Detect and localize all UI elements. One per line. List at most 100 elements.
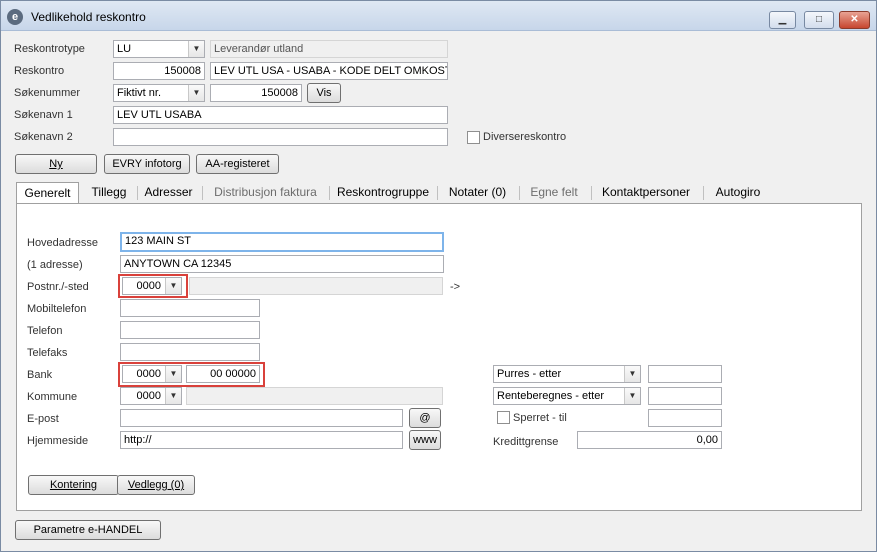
highlight-box-postnr — [118, 274, 188, 298]
renteberegnes-select[interactable]: Renteberegnes - etter ▼ — [493, 387, 641, 405]
chevron-down-icon[interactable]: ▼ — [188, 41, 204, 57]
ny-button-label: Ny — [49, 158, 63, 170]
main-window: e Vedlikehold reskontro ▁ □ ✕ Reskontrot… — [0, 0, 877, 552]
sokenummer-field[interactable]: 150008 — [210, 84, 302, 102]
aa-button-label: AA-registeret — [205, 158, 270, 170]
tab-label: Tillegg — [91, 185, 127, 199]
tab-divider — [202, 186, 203, 200]
tab-divider — [437, 186, 438, 200]
postnr-label: Postnr./-sted — [27, 281, 89, 293]
chevron-down-icon[interactable]: ▼ — [624, 366, 640, 382]
sperret-til-field[interactable] — [648, 409, 722, 427]
kontering-button[interactable]: Kontering — [28, 475, 119, 495]
tab-autogiro[interactable]: Autogiro — [708, 182, 768, 204]
minimize-button[interactable]: ▁ — [769, 11, 796, 29]
www-button-label: www — [413, 434, 437, 446]
reskontro-number-field[interactable]: 150008 — [113, 62, 205, 80]
close-icon: ✕ — [850, 14, 859, 25]
title-bar: e Vedlikehold reskontro ▁ □ ✕ — [1, 1, 876, 31]
tab-label: Notater (0) — [448, 185, 507, 199]
highlight-box-bank — [118, 362, 265, 387]
tab-tillegg[interactable]: Tillegg — [84, 182, 134, 204]
tab-label: Kontaktpersoner — [601, 185, 691, 199]
chevron-down-icon[interactable]: ▼ — [624, 388, 640, 404]
tab-divider — [519, 186, 520, 200]
maximize-icon: □ — [815, 14, 823, 25]
adresse1-label: (1 adresse) — [27, 259, 83, 271]
purres-etter-field[interactable] — [648, 365, 722, 383]
parametre-ehandel-button[interactable]: Parametre e-HANDEL — [15, 520, 161, 540]
evry-infotorg-button[interactable]: EVRY infotorg — [104, 154, 190, 174]
evry-button-label: EVRY infotorg — [112, 158, 182, 170]
vedlegg-button[interactable]: Vedlegg (0) — [117, 475, 195, 495]
tab-divider — [137, 186, 138, 200]
tab-divider — [329, 186, 330, 200]
maximize-button[interactable]: □ — [804, 11, 834, 29]
tab-label: Autogiro — [715, 185, 761, 199]
poststed-field — [189, 277, 443, 295]
tab-reskontrogruppe[interactable]: Reskontrogruppe — [334, 182, 432, 204]
kontering-button-label: Kontering — [49, 479, 98, 491]
kommune-select[interactable]: 0000 ▼ — [120, 387, 182, 405]
sokenavn1-field[interactable]: LEV UTL USABA — [113, 106, 448, 124]
renteberegnes-option: Renteberegnes - etter — [497, 390, 605, 402]
hjemmeside-field[interactable]: http:// — [120, 431, 403, 449]
epost-field[interactable] — [120, 409, 403, 427]
kredittgrense-field[interactable]: 0,00 — [577, 431, 722, 449]
purres-select[interactable]: Purres - etter ▼ — [493, 365, 641, 383]
window-title: Vedlikehold reskontro — [31, 10, 146, 24]
tab-label: Generelt — [24, 186, 71, 200]
hovedadresse-label: Hovedadresse — [27, 237, 98, 249]
reskontro-name-field[interactable]: LEV UTL USA - USABA - KODE DELT OMKOSTN — [210, 62, 448, 80]
mobiltelefon-label: Mobiltelefon — [27, 303, 87, 315]
reskontro-label: Reskontro — [14, 65, 65, 77]
tab-notater[interactable]: Notater (0) — [441, 182, 514, 204]
email-button[interactable]: @ — [409, 408, 441, 428]
tab-generelt[interactable]: Generelt — [16, 182, 79, 205]
renteberegnes-etter-field[interactable] — [648, 387, 722, 405]
telefon-field[interactable] — [120, 321, 260, 339]
kommune-label: Kommune — [27, 391, 78, 403]
tab-label: Distribusjon faktura — [214, 185, 317, 199]
tab-divider — [591, 186, 592, 200]
aa-registeret-button[interactable]: AA-registeret — [196, 154, 279, 174]
mobiltelefon-field[interactable] — [120, 299, 260, 317]
tab-divider — [703, 186, 704, 200]
ny-button[interactable]: Ny — [15, 154, 97, 174]
sokenavn2-field[interactable] — [113, 128, 448, 146]
diversereskontro-checkbox[interactable] — [467, 131, 480, 144]
sokenavn2-label: Søkenavn 2 — [14, 131, 73, 143]
telefon-label: Telefon — [27, 325, 63, 337]
sperret-checkbox[interactable] — [497, 411, 510, 424]
at-icon: @ — [419, 412, 431, 424]
www-button[interactable]: www — [409, 430, 441, 450]
sperret-label: Sperret - til — [513, 412, 567, 424]
sokenummer-label: Søkenummer — [14, 87, 81, 99]
sokenummer-type-value: Fiktivt nr. — [117, 87, 162, 99]
hovedadresse-field[interactable]: 123 MAIN ST — [120, 232, 444, 252]
kommune-value: 0000 — [136, 390, 161, 402]
minimize-icon: ▁ — [778, 14, 787, 25]
tab-adresser[interactable]: Adresser — [141, 182, 196, 204]
app-icon: e — [7, 9, 23, 25]
tab-bar: Generelt Tillegg Adresser Distribusjon f… — [16, 182, 862, 205]
sokenummer-type-select[interactable]: Fiktivt nr. ▼ — [113, 84, 205, 102]
tab-kontaktpersoner[interactable]: Kontaktpersoner — [596, 182, 696, 204]
tab-egne-felt[interactable]: Egne felt — [524, 182, 584, 204]
adresse1-field[interactable]: ANYTOWN CA 12345 — [120, 255, 444, 273]
tab-label: Reskontrogruppe — [336, 185, 430, 199]
sokenavn1-label: Søkenavn 1 — [14, 109, 73, 121]
tab-distribusjon-faktura[interactable]: Distribusjon faktura — [207, 182, 324, 204]
hjemmeside-label: Hjemmeside — [27, 435, 89, 447]
chevron-down-icon[interactable]: ▼ — [165, 388, 181, 404]
telefaks-field[interactable] — [120, 343, 260, 361]
reskontrotype-select[interactable]: LU ▼ — [113, 40, 205, 58]
purres-option: Purres - etter — [497, 368, 562, 380]
chevron-down-icon[interactable]: ▼ — [188, 85, 204, 101]
diversereskontro-label: Diversereskontro — [483, 131, 567, 143]
vis-button[interactable]: Vis — [307, 83, 341, 103]
close-button[interactable]: ✕ — [839, 11, 870, 29]
telefaks-label: Telefaks — [27, 347, 68, 359]
reskontrotype-description: Leverandør utland — [210, 40, 448, 58]
arrow-indicator: -> — [450, 281, 461, 293]
